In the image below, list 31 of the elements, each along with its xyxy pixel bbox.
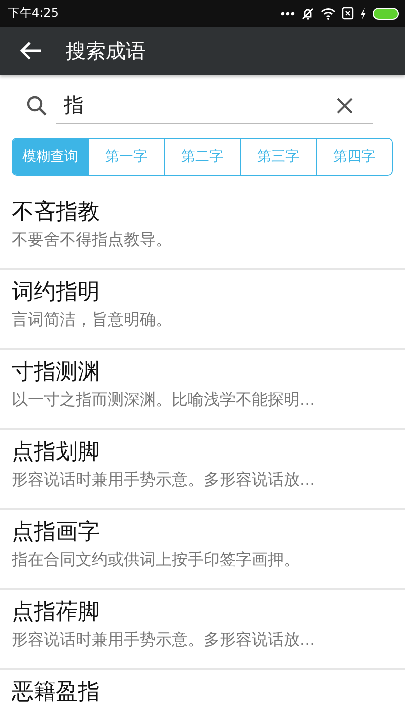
idiom-list-item[interactable]: 点指莋脚 形容说话时兼用手势示意。多形容说话放...	[0, 590, 405, 670]
idiom-title: 点指划脚	[12, 439, 101, 467]
mute-icon	[301, 6, 315, 20]
idiom-meaning: 以一寸之指而测深渊。比喻浅学不能探明...	[12, 389, 316, 411]
idiom-meaning: 形容说话时兼用手势示意。多形容说话放...	[12, 469, 316, 491]
idiom-list-item[interactable]: 词约指明 言词简洁，旨意明确。	[0, 270, 405, 350]
idiom-title: 点指莋脚	[12, 599, 101, 627]
idiom-list-item[interactable]: 不吝指教 不要舍不得指点教导。	[0, 190, 405, 270]
more-icon	[281, 12, 295, 16]
app-title: 搜索成语	[66, 38, 146, 64]
idiom-title: 点指画字	[12, 519, 101, 547]
idiom-list-item[interactable]: 点指划脚 形容说话时兼用手势示意。多形容说话放...	[0, 430, 405, 510]
charging-icon	[360, 8, 367, 20]
idiom-list-item[interactable]: 恶籍盈指	[0, 670, 405, 720]
idiom-meaning: 指在合同文约或供词上按手印签字画押。	[12, 549, 301, 571]
idiom-title: 寸指测渊	[12, 359, 101, 387]
idiom-title: 词约指明	[12, 279, 101, 307]
sim-icon	[342, 7, 354, 20]
idiom-list-item[interactable]: 点指画字 指在合同文约或供词上按手印签字画押。	[0, 510, 405, 590]
back-button[interactable]	[20, 41, 42, 61]
idiom-list-item[interactable]: 寸指测渊 以一寸之指而测深渊。比喻浅学不能探明...	[0, 350, 405, 430]
idiom-title: 不吝指教	[12, 199, 101, 227]
idiom-meaning: 不要舍不得指点教导。	[12, 229, 173, 251]
search-icon	[26, 95, 48, 117]
idiom-meaning: 形容说话时兼用手势示意。多形容说话放...	[12, 629, 316, 651]
idiom-title: 恶籍盈指	[12, 679, 101, 707]
battery-icon	[373, 8, 399, 20]
wifi-icon	[321, 8, 336, 20]
status-time: 下午4:25	[8, 5, 59, 22]
back-arrow-icon	[20, 41, 42, 61]
idiom-meaning: 言词简洁，旨意明确。	[12, 309, 173, 331]
